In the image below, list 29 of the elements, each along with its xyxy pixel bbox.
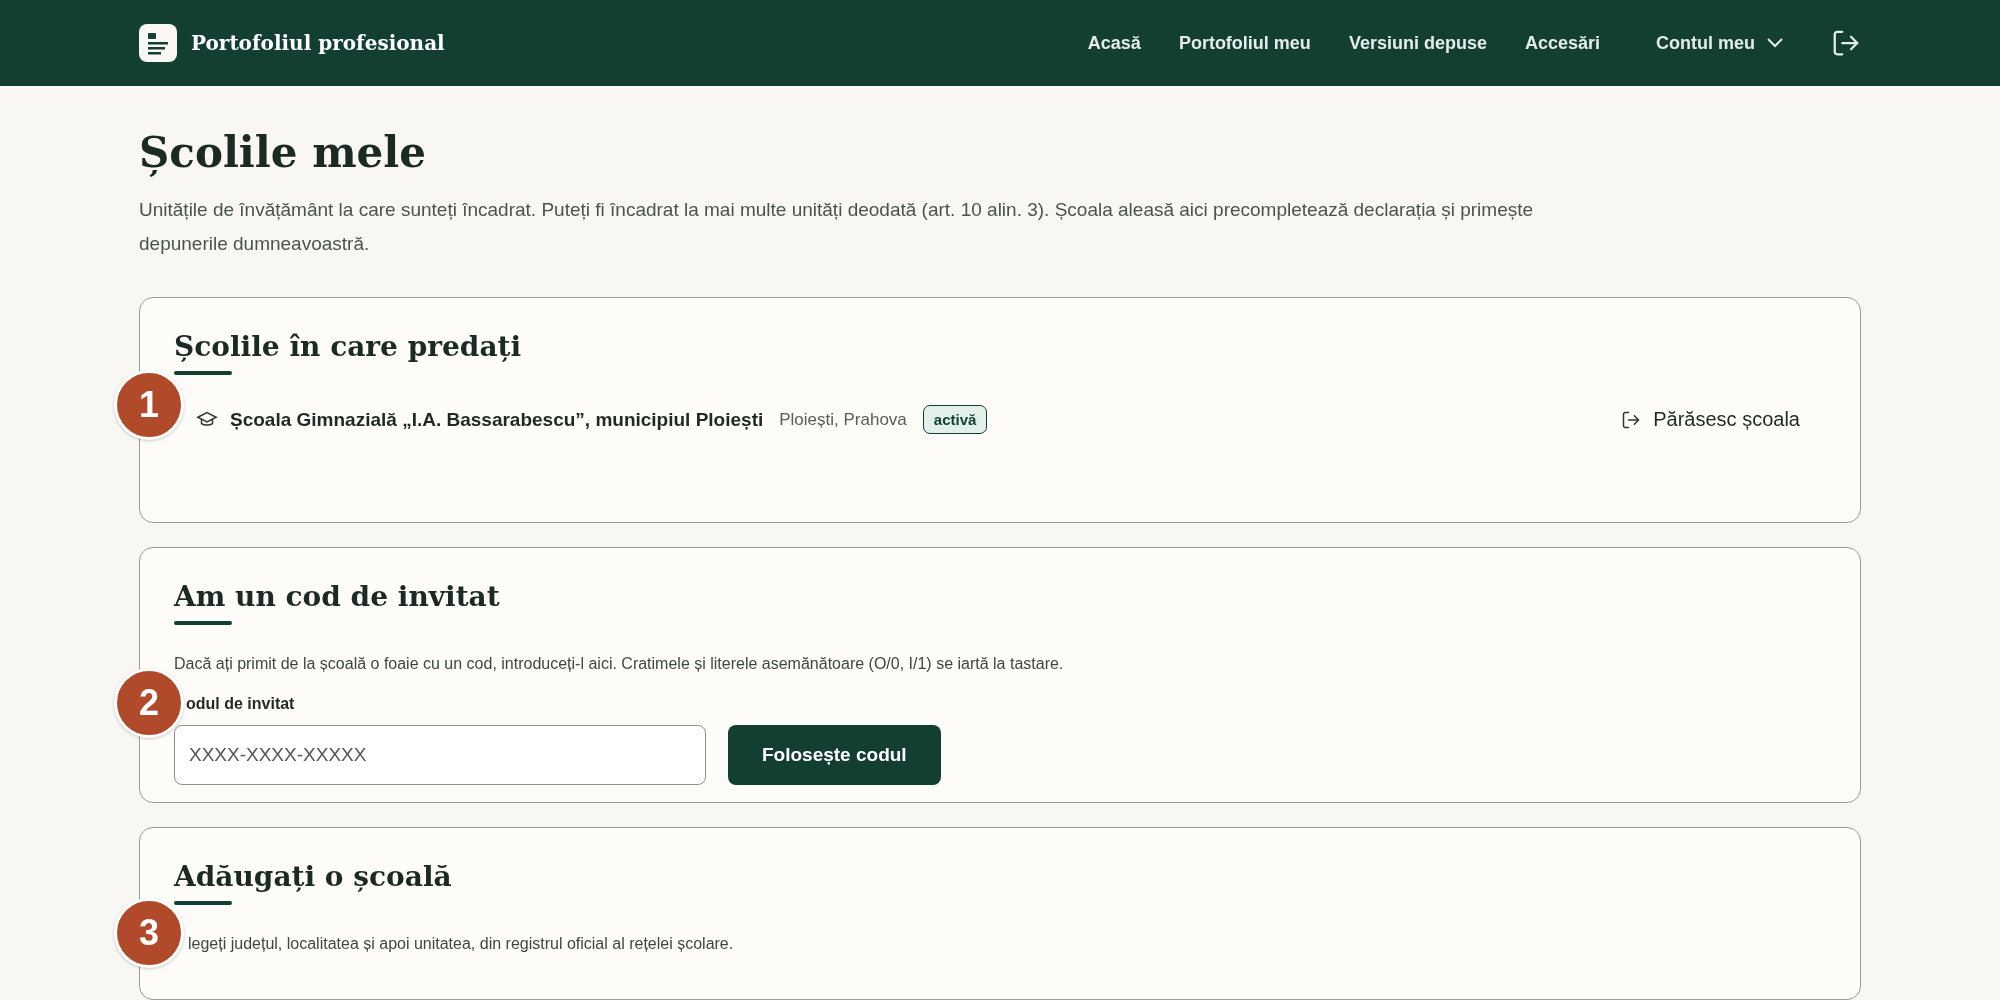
step-badge: 2 (114, 668, 184, 738)
step-badge: 3 (114, 897, 184, 968)
card-title: Am un cod de invitat (174, 580, 500, 613)
card-title: Adăugați o școală (174, 859, 452, 893)
title-underline (174, 371, 232, 375)
logout-icon (1621, 409, 1642, 430)
card-title: Școlile în care predați (174, 330, 522, 363)
step-badge: 1 (114, 370, 184, 440)
title-underline (174, 900, 232, 905)
use-code-button[interactable]: Folosește codul (728, 725, 941, 785)
nav-link[interactable]: Accesări (1524, 32, 1600, 54)
nav-link[interactable]: Acasă (1087, 32, 1141, 54)
add-school-hint: legeți județul, localitatea și apoi unitatea, din registrul oficial al rețelei școlare. (187, 934, 735, 953)
page-title: Școlile mele (139, 128, 427, 177)
title-underline (174, 621, 232, 625)
leave-school-button[interactable]: Părăsesc școala (1615, 407, 1806, 432)
school-location: Ploiești, Prahova (779, 409, 907, 430)
nav-link[interactable]: Portofoliul meu (1178, 32, 1311, 54)
account-menu[interactable]: Contul meu (1656, 32, 1783, 54)
nav-link[interactable]: Versiuni depuse (1348, 32, 1487, 54)
brand-name: Portofoliul profesional (191, 31, 445, 55)
invite-code-field[interactable]: XXXX-XXXX-XXXXX (174, 725, 706, 785)
logout-icon (1831, 28, 1861, 58)
chevron-down-icon (1767, 38, 1783, 48)
field-label: odul de invitat (185, 695, 296, 713)
document-logo-icon (139, 24, 177, 62)
school-name: Școala Gimnazială „I.A. Bassarabescu”, municipiul Ploiești (230, 408, 764, 431)
status-badge: activă (922, 405, 988, 434)
page-description: Unitățile de învățământ la care sunteți încadrat. Puteți fi încadrat la mai multe unități deodată (art. 10 alin. 3). Școala aleasă aici precompletează declarația și primește depunerile dumneavoastră. (139, 198, 1535, 256)
